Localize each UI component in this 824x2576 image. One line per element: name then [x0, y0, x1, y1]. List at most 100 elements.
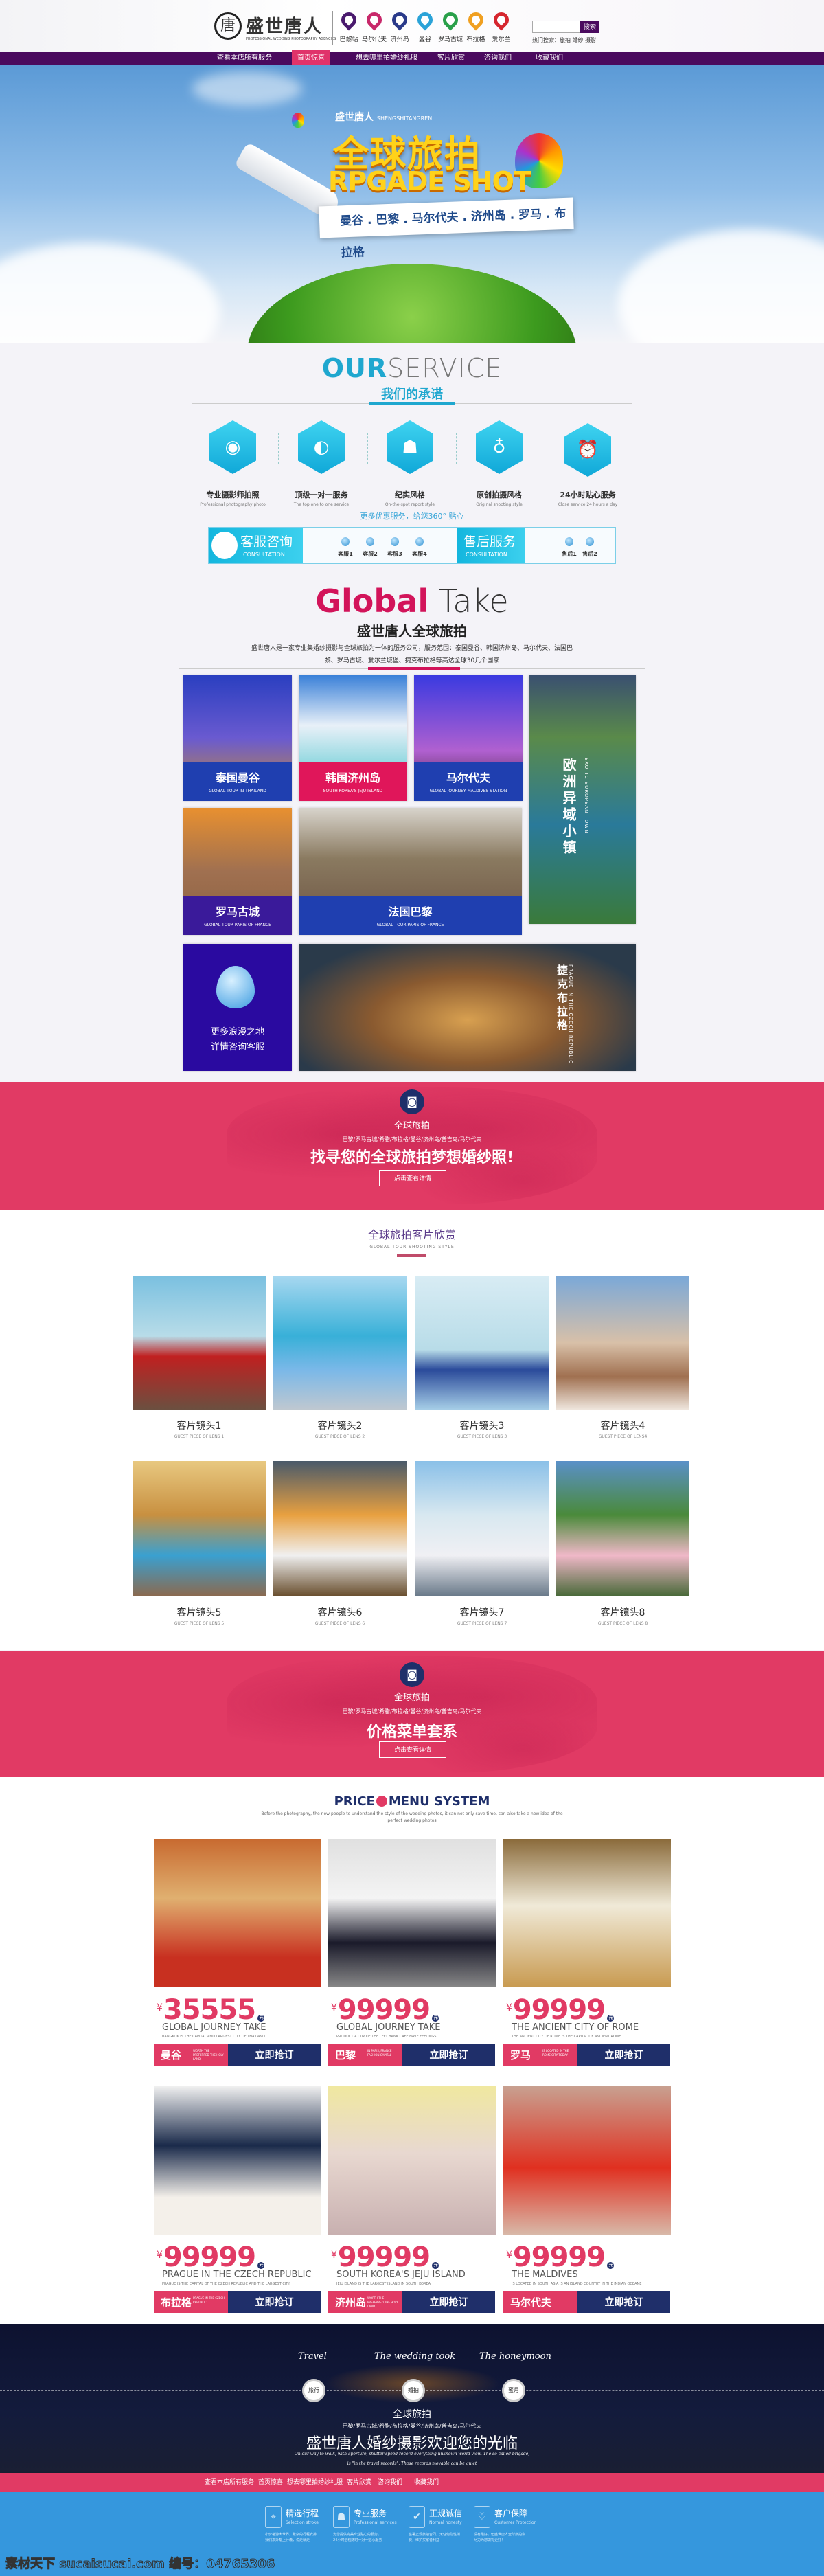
- step-wedding[interactable]: 婚拍: [402, 2379, 425, 2402]
- search-button[interactable]: 搜索: [580, 21, 599, 33]
- header: 唐 盛世唐人 PROFESSIONAL WEDDING PHOTOGRAPHY …: [0, 0, 824, 52]
- destination-pin-rome[interactable]: 罗马古城: [437, 9, 464, 43]
- book-now-button[interactable]: 立即抢订: [577, 2291, 670, 2313]
- price-description: Before the photography, the new people t…: [261, 1811, 563, 1823]
- main-nav: 查看本店所有服务 首页惊喜 想去哪里拍婚纱礼服 客片欣赏 咨询我们 收藏我们: [0, 50, 824, 65]
- destination-pin-paris[interactable]: 巴黎站: [335, 9, 363, 43]
- price-photo[interactable]: [328, 2086, 496, 2235]
- cloud: [0, 243, 220, 343]
- guest-photo-5[interactable]: [133, 1461, 266, 1596]
- guest-photo-1[interactable]: [133, 1276, 266, 1410]
- guest-photo-7[interactable]: [415, 1461, 549, 1596]
- footer-nav-favorite[interactable]: 收藏我们: [414, 2473, 439, 2492]
- price-value: ¥35555 元: [157, 1994, 265, 2026]
- qq-icon: [586, 537, 594, 546]
- nav-home-surprise[interactable]: 首页惊喜: [292, 50, 330, 65]
- consult-en: CONSULTATION: [243, 552, 285, 558]
- tile-more-destinations[interactable]: 更多浪漫之地 详情咨询客服: [183, 944, 292, 1071]
- destination-pin-maldives[interactable]: 马尔代夫: [360, 9, 388, 43]
- step-title: The wedding took: [374, 2351, 456, 2362]
- tile-jeju[interactable]: 韩国济州岛 SOUTH KOREA'S JEJU ISLAND: [299, 675, 407, 801]
- tile-bangkok[interactable]: 泰国曼谷 GLOBAL TOUR IN THAILAND: [183, 675, 292, 801]
- footer-feature-title: 客户保障: [494, 2509, 528, 2518]
- destination-pin-ireland[interactable]: 爱尔兰: [488, 9, 515, 43]
- footer-nav-where-to-shoot[interactable]: 想去哪里拍婚纱礼服: [287, 2473, 343, 2492]
- after-sales-title: 售后服务: [464, 534, 516, 550]
- pin-label: 马尔代夫: [361, 36, 387, 43]
- footer-feature-title: 正规诚信: [429, 2509, 463, 2518]
- qq-after-sales-1[interactable]: 售后1: [559, 537, 580, 558]
- destination-pin-jeju[interactable]: 济州岛: [386, 9, 413, 43]
- footer-nav-all-services[interactable]: 查看本店所有服务: [205, 2473, 254, 2492]
- qq-agent-3[interactable]: 客服3: [385, 537, 405, 558]
- logo-mark[interactable]: 唐: [214, 12, 242, 40]
- guest-photo-2[interactable]: [273, 1276, 407, 1410]
- footer-nav-consult[interactable]: 咨询我们: [378, 2473, 402, 2492]
- nav-guest-photos[interactable]: 客片欣赏: [437, 52, 465, 65]
- tile-subtitle: EXOTIC EUROPEAN TOWN: [584, 758, 589, 834]
- banner-cities: 巴黎/罗马古城/希腊/布拉格/曼谷/济州岛/普吉岛/马尔代夫: [342, 1708, 482, 1715]
- guest-photo-3[interactable]: [415, 1276, 549, 1410]
- service-label: 纪实风格: [395, 490, 425, 499]
- price-photo[interactable]: [503, 1839, 671, 1987]
- qq-after-sales-2[interactable]: 售后2: [580, 537, 600, 558]
- night-text: is "in the travel records". Those record…: [347, 2461, 477, 2466]
- price-value: ¥99999 元: [506, 1994, 615, 2026]
- price-value: ¥99999 元: [506, 2241, 615, 2273]
- nav-favorite[interactable]: 收藏我们: [536, 52, 563, 65]
- book-now-button[interactable]: 立即抢订: [228, 2044, 321, 2066]
- lightbulb-icon: ♁: [476, 420, 523, 474]
- step-travel[interactable]: 旅行: [302, 2379, 325, 2402]
- view-details-button[interactable]: 点击查看详情: [379, 1741, 446, 1758]
- qq-icon: [565, 537, 573, 546]
- qq-icon: [391, 537, 399, 546]
- nav-all-services[interactable]: 查看本店所有服务: [217, 52, 272, 65]
- service-label: 专业摄影师拍照: [206, 490, 260, 499]
- guest-photo-6[interactable]: [273, 1461, 407, 1596]
- guest-photo-8[interactable]: [556, 1461, 689, 1596]
- tile-paris[interactable]: 法国巴黎 GLOBAL TOUR PARIS OF FRANCE: [299, 808, 522, 935]
- price-photo[interactable]: [154, 2086, 321, 2235]
- qq-agent-4[interactable]: 客服4: [409, 537, 430, 558]
- destination-pin-prague[interactable]: 布拉格: [462, 9, 490, 43]
- nav-where-to-shoot[interactable]: 想去哪里拍婚纱礼服: [356, 52, 417, 65]
- after-sales-block[interactable]: 售后服务 CONSULTATION: [457, 528, 525, 563]
- hot-search[interactable]: 热门搜索：旅拍 婚纱 摄影: [532, 36, 596, 44]
- logo-text[interactable]: 盛世唐人: [246, 12, 323, 38]
- view-details-button[interactable]: 点击查看详情: [379, 1170, 446, 1186]
- tile-rome[interactable]: 罗马古城 GLOBAL TOUR PARIS OF FRANCE: [183, 808, 292, 935]
- tile-maldives[interactable]: 马尔代夫 GLOBAL JOURNEY MALDIVES STATION: [414, 675, 523, 801]
- consult-block[interactable]: 客服咨询 CONSULTATION: [209, 528, 303, 563]
- globe-illustration: [247, 264, 577, 343]
- guest-photo-4[interactable]: [556, 1276, 689, 1410]
- promo-banner-dream: ◙ 全球旅拍 巴黎/罗马古城/希腊/布拉格/曼谷/济州岛/普吉岛/马尔代夫 找寻…: [0, 1082, 824, 1210]
- footer-nav-guest-photos[interactable]: 客片欣赏: [347, 2473, 371, 2492]
- hero-banner[interactable]: 盛世唐人 SHENGSHITANGREN 全球旅拍 RPGADE SHOT 曼谷…: [0, 65, 824, 343]
- map-pin-icon: [363, 9, 385, 31]
- step-honeymoon[interactable]: 蜜月: [502, 2379, 525, 2402]
- book-now-button[interactable]: 立即抢订: [402, 2044, 495, 2066]
- footer-nav: 查看本店所有服务 首页惊喜 想去哪里拍婚纱礼服 客片欣赏 咨询我们 收藏我们: [0, 2473, 824, 2492]
- tile-european-town[interactable]: 欧洲异域小镇 EXOTIC EUROPEAN TOWN: [529, 675, 636, 924]
- footer-feature-en: Professional services: [354, 2520, 397, 2525]
- book-now-button[interactable]: 立即抢订: [577, 2044, 670, 2066]
- footer-feature-title: 精选行程: [286, 2509, 319, 2518]
- qq-agent-1[interactable]: 客服1: [335, 537, 356, 558]
- footer-nav-home-surprise[interactable]: 首页惊喜: [258, 2473, 283, 2492]
- nav-consult[interactable]: 咨询我们: [484, 52, 512, 65]
- price-photo[interactable]: [328, 1839, 496, 1987]
- search-input[interactable]: [532, 21, 580, 33]
- step-title: The honeymoon: [479, 2351, 551, 2362]
- book-now-button[interactable]: 立即抢订: [228, 2291, 321, 2313]
- qq-icon: [341, 537, 350, 546]
- book-now-button[interactable]: 立即抢订: [402, 2291, 495, 2313]
- qq-agent-2[interactable]: 客服2: [360, 537, 380, 558]
- map-pin-icon: [465, 9, 487, 31]
- price-photo[interactable]: [154, 1839, 321, 1987]
- destination-pin-bangkok[interactable]: 曼谷: [411, 9, 439, 43]
- night-headline: 盛世唐人婚纱摄影欢迎您的光临: [306, 2435, 518, 2452]
- divider: [332, 11, 333, 45]
- person-camera-icon: ☗: [387, 420, 433, 474]
- tile-prague[interactable]: 捷克布拉格 PRAGUE IN THE CZECH REPUBLIC: [299, 944, 636, 1071]
- price-photo[interactable]: [503, 2086, 671, 2235]
